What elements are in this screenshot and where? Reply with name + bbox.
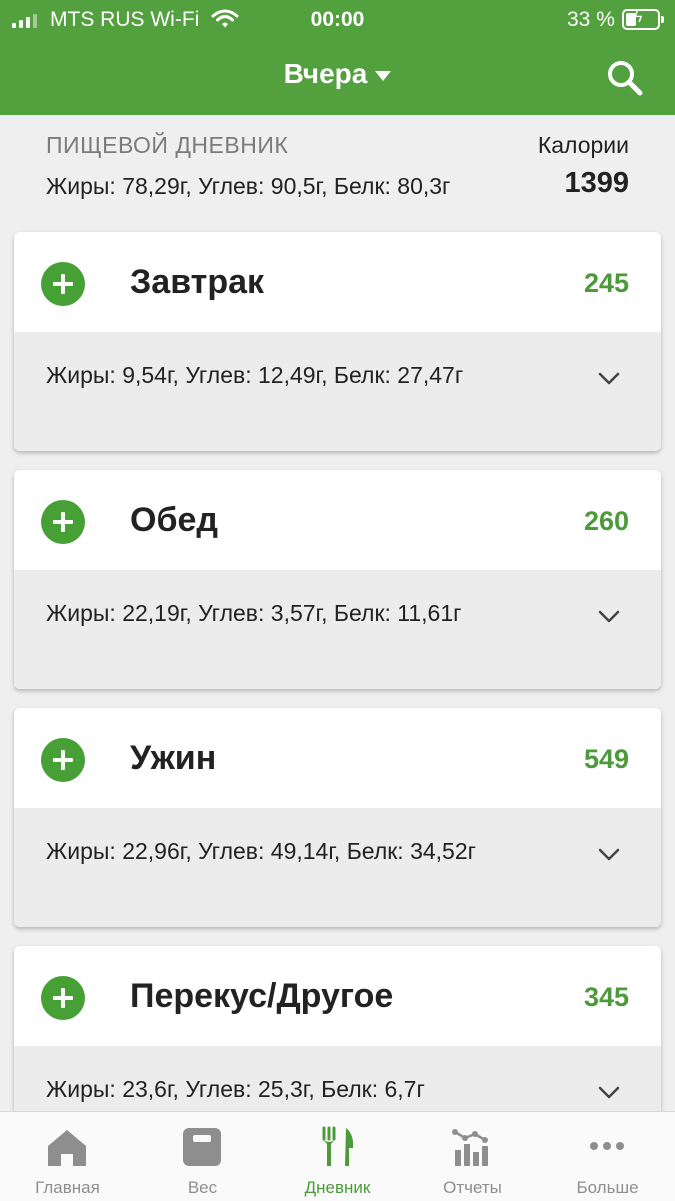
search-icon[interactable]	[605, 58, 645, 98]
nav-label: Отчеты	[443, 1178, 502, 1197]
meal-macros: Жиры: 9,54г, Углев: 12,49г, Белк: 27,47г	[46, 362, 464, 388]
nav-more[interactable]: Больше	[540, 1112, 675, 1201]
nav-weight[interactable]: Вес	[135, 1112, 270, 1201]
meal-details-toggle[interactable]: Жиры: 22,19г, Углев: 3,57г, Белк: 11,61г	[14, 570, 661, 689]
chevron-down-icon	[598, 848, 620, 861]
add-food-button[interactable]	[41, 500, 85, 544]
meal-calories: 260	[583, 506, 629, 536]
meal-calories: 245	[583, 268, 629, 298]
nav-label: Вес	[187, 1178, 218, 1197]
summary-macros: Жиры: 78,29г, Углев: 90,5г, Белк: 80,3г	[46, 173, 451, 199]
meal-name: Завтрак	[130, 263, 265, 301]
meal-name: Обед	[130, 501, 218, 539]
meal-calories: 549	[583, 744, 629, 774]
add-food-button[interactable]	[41, 262, 85, 306]
chevron-down-icon	[375, 70, 392, 81]
calories-label: Калории	[537, 132, 629, 158]
meal-macros: Жиры: 22,19г, Углев: 3,57г, Белк: 11,61г	[46, 600, 462, 626]
summary-title: ПИЩЕВОЙ ДНЕВНИК	[46, 132, 289, 158]
meal-details-toggle[interactable]: Жиры: 9,54г, Углев: 12,49г, Белк: 27,47г	[14, 332, 661, 451]
meal-card-breakfast: Завтрак 245 Жиры: 9,54г, Углев: 12,49г, …	[14, 232, 661, 451]
more-icon	[590, 1142, 624, 1150]
chevron-down-icon	[598, 372, 620, 385]
meal-header[interactable]: Завтрак 245	[14, 232, 661, 332]
chevron-down-icon	[598, 610, 620, 623]
total-calories: 1399	[564, 167, 629, 199]
meal-name: Перекус/Другое	[130, 977, 394, 1015]
nav-diary[interactable]: Дневник	[270, 1112, 405, 1201]
nav-home[interactable]: Главная	[0, 1112, 135, 1201]
scale-icon	[183, 1128, 221, 1166]
diary-summary: ПИЩЕВОЙ ДНЕВНИК Жиры: 78,29г, Углев: 90,…	[0, 115, 675, 220]
nav-reports[interactable]: Отчеты	[405, 1112, 540, 1201]
bottom-nav: Главная Вес Дневник Отчеты Больше	[0, 1111, 675, 1201]
meal-calories: 345	[583, 982, 629, 1012]
add-food-button[interactable]	[41, 976, 85, 1020]
date-title: Вчера	[283, 58, 368, 89]
meal-name: Ужин	[130, 739, 217, 777]
battery-percent: 33 %	[567, 8, 615, 31]
meal-card-dinner: Ужин 549 Жиры: 22,96г, Углев: 49,14г, Бе…	[14, 708, 661, 927]
battery-icon: ϟ	[622, 9, 664, 30]
meal-macros: Жиры: 22,96г, Углев: 49,14г, Белк: 34,52…	[46, 838, 477, 864]
home-icon	[48, 1130, 86, 1166]
nav-label: Дневник	[304, 1178, 371, 1197]
add-food-button[interactable]	[41, 738, 85, 782]
chevron-down-icon	[598, 1086, 620, 1099]
nav-label: Больше	[576, 1178, 639, 1197]
meal-header[interactable]: Обед 260	[14, 470, 661, 570]
status-bar: MTS RUS Wi-Fi 00:00 33 % ϟ	[0, 6, 675, 32]
date-selector[interactable]: Вчера	[0, 58, 675, 90]
nav-label: Главная	[35, 1178, 100, 1197]
app-header: MTS RUS Wi-Fi 00:00 33 % ϟ Вчера	[0, 0, 675, 115]
meal-details-toggle[interactable]: Жиры: 22,96г, Углев: 49,14г, Белк: 34,52…	[14, 808, 661, 927]
meal-card-lunch: Обед 260 Жиры: 22,19г, Углев: 3,57г, Бел…	[14, 470, 661, 689]
meal-header[interactable]: Ужин 549	[14, 708, 661, 808]
chart-icon	[452, 1129, 488, 1166]
fork-knife-icon	[322, 1126, 354, 1166]
meal-macros: Жиры: 23,6г, Углев: 25,3г, Белк: 6,7г	[46, 1076, 425, 1102]
meal-header[interactable]: Перекус/Другое 345	[14, 946, 661, 1046]
